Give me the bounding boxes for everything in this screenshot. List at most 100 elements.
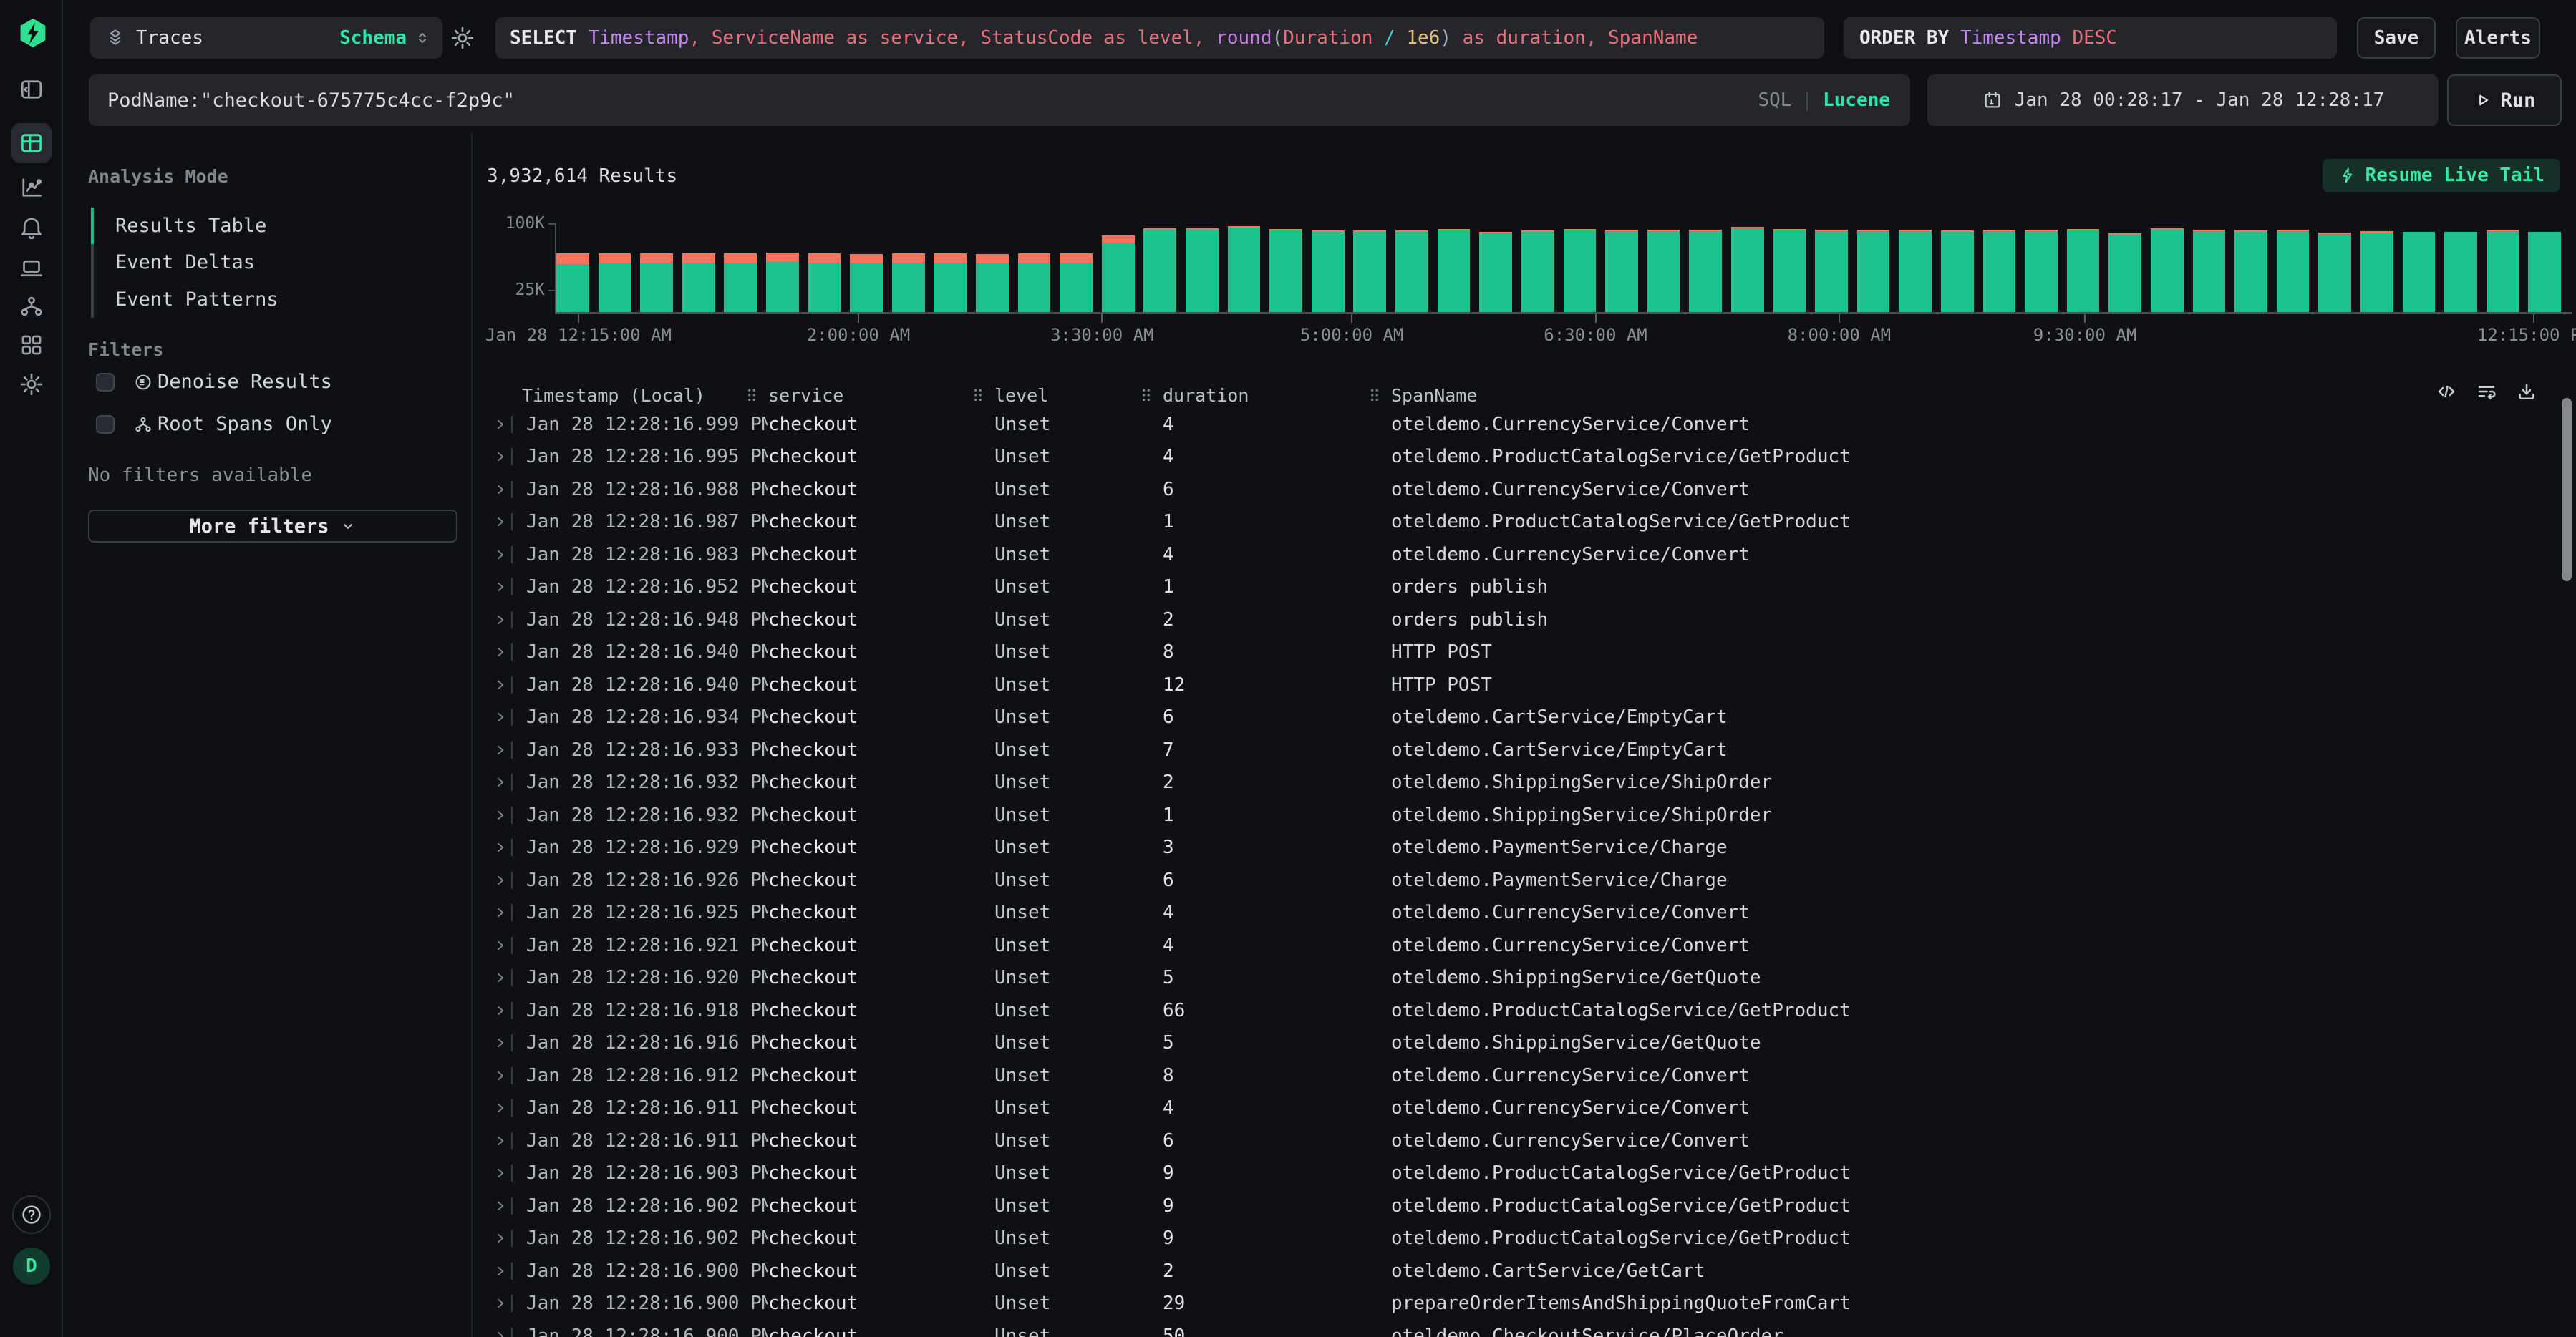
alerts-button[interactable]: Alerts [2456,17,2540,59]
table-row[interactable]: Jan 28 12:28:16.918 PMcheckoutUnset66ote… [473,994,2576,1027]
column-header-duration[interactable]: duration [1163,385,1391,406]
more-filters-button[interactable]: More filters [88,510,457,543]
expand-row-chevron-icon[interactable] [493,1100,508,1116]
histogram-bar[interactable] [724,253,757,312]
histogram-bar[interactable] [640,253,673,312]
table-row[interactable]: Jan 28 12:28:16.987 PMcheckoutUnset1otel… [473,506,2576,539]
expand-row-chevron-icon[interactable] [493,807,508,823]
histogram-bar[interactable] [1564,229,1597,312]
table-row[interactable]: Jan 28 12:28:16.932 PMcheckoutUnset1otel… [473,799,2576,832]
drag-grip-icon[interactable] [1369,387,1380,403]
expand-row-chevron-icon[interactable] [493,1068,508,1084]
table-row[interactable]: Jan 28 12:28:16.995 PMcheckoutUnset4otel… [473,441,2576,474]
column-header-level[interactable]: level [994,385,1163,406]
histogram-bar[interactable] [1018,253,1051,312]
histogram-bar[interactable] [1689,230,1722,312]
drag-grip-icon[interactable] [972,387,984,403]
column-header-spanname[interactable]: SpanName [1391,385,2576,406]
expand-row-chevron-icon[interactable] [493,579,508,595]
wrap-lines-icon[interactable] [2476,381,2497,402]
search-input[interactable]: PodName:"checkout-675775c4cc-f2p9c" SQL … [89,74,1910,126]
denoise-results-checkbox[interactable] [96,373,115,392]
nav-search-results[interactable] [11,123,52,163]
histogram-bar[interactable] [1647,230,1680,312]
expand-row-chevron-icon[interactable] [493,840,508,855]
histogram-bar[interactable] [2318,233,2351,312]
table-row[interactable]: Jan 28 12:28:16.921 PMcheckoutUnset4otel… [473,929,2576,962]
date-range-picker[interactable]: Jan 28 00:28:17 - Jan 28 12:28:17 [1927,74,2439,126]
expand-row-chevron-icon[interactable] [493,709,508,725]
histogram-bar[interactable] [1605,230,1638,312]
mode-event-patterns[interactable]: Event Patterns [115,288,279,311]
expand-row-chevron-icon[interactable] [493,938,508,953]
save-button[interactable]: Save [2357,17,2436,59]
table-row[interactable]: Jan 28 12:28:16.902 PMcheckoutUnset9otel… [473,1222,2576,1255]
histogram-bar[interactable] [1395,230,1428,312]
expand-row-chevron-icon[interactable] [493,1165,508,1181]
nav-chart-explorer-icon[interactable] [19,175,44,200]
histogram-bar[interactable] [1731,227,1764,312]
histogram-bar[interactable] [2067,229,2100,312]
order-by-editor[interactable]: ORDER BY Timestamp DESC [1844,17,2337,59]
histogram-bar[interactable] [892,253,925,312]
expand-row-chevron-icon[interactable] [493,677,508,693]
table-row[interactable]: Jan 28 12:28:16.900 PMcheckoutUnset50ote… [473,1320,2576,1337]
expand-row-chevron-icon[interactable] [493,970,508,986]
table-row[interactable]: Jan 28 12:28:16.911 PMcheckoutUnset6otel… [473,1124,2576,1157]
expand-row-chevron-icon[interactable] [493,1198,508,1214]
histogram-bar[interactable] [1438,229,1471,312]
histogram-bar[interactable] [808,253,841,312]
table-row[interactable]: Jan 28 12:28:16.988 PMcheckoutUnset6otel… [473,473,2576,506]
help-button[interactable] [12,1195,51,1234]
app-logo-icon[interactable] [17,16,49,50]
expand-row-chevron-icon[interactable] [493,644,508,660]
histogram-bar[interactable] [2234,230,2267,312]
sql-select-editor[interactable]: SELECT Timestamp, ServiceName as service… [495,17,1824,59]
histogram-bar[interactable] [1143,228,1176,312]
expand-row-chevron-icon[interactable] [493,774,508,790]
expand-row-chevron-icon[interactable] [493,1328,508,1337]
histogram-bar[interactable] [2444,232,2477,312]
table-row[interactable]: Jan 28 12:28:16.925 PMcheckoutUnset4otel… [473,897,2576,930]
user-avatar[interactable]: D [13,1248,50,1285]
histogram-bar[interactable] [1899,230,1932,312]
table-row[interactable]: Jan 28 12:28:16.948 PMcheckoutUnset2orde… [473,603,2576,636]
histogram-bar[interactable] [1941,230,1974,312]
expand-row-chevron-icon[interactable] [493,482,508,497]
histogram-bar[interactable] [556,253,589,312]
histogram-bar[interactable] [976,254,1009,312]
download-csv-icon[interactable] [2516,381,2537,402]
histogram-bar[interactable] [2487,230,2519,312]
mode-event-deltas[interactable]: Event Deltas [115,251,255,273]
histogram-bar[interactable] [2193,230,2226,312]
expand-row-chevron-icon[interactable] [493,547,508,563]
column-header-timestamp[interactable]: Timestamp (Local) [522,385,768,406]
nav-client-sessions-icon[interactable] [19,256,44,281]
table-row[interactable]: Jan 28 12:28:16.933 PMcheckoutUnset7otel… [473,734,2576,767]
run-query-button[interactable]: Run [2447,74,2562,126]
table-row[interactable]: Jan 28 12:28:16.912 PMcheckoutUnset8otel… [473,1059,2576,1092]
histogram-bar[interactable] [2025,230,2058,312]
source-selector[interactable]: Traces Schema [90,17,442,59]
histogram-bar[interactable] [1479,232,1512,312]
table-row[interactable]: Jan 28 12:28:16.926 PMcheckoutUnset6otel… [473,864,2576,897]
histogram-bar[interactable] [1521,230,1554,312]
expand-row-chevron-icon[interactable] [493,1133,508,1149]
histogram-bar[interactable] [1269,229,1302,312]
mode-results-table[interactable]: Results Table [115,215,266,237]
expand-row-chevron-icon[interactable] [493,514,508,530]
expand-row-chevron-icon[interactable] [493,1263,508,1279]
expand-row-chevron-icon[interactable] [493,742,508,758]
expand-row-chevron-icon[interactable] [493,872,508,888]
histogram-bar[interactable] [2403,232,2436,312]
histogram-bar[interactable] [2108,233,2141,312]
nav-alerts-bell-icon[interactable] [19,215,44,240]
collapse-sidebar-icon[interactable] [19,77,44,102]
table-row[interactable]: Jan 28 12:28:16.940 PMcheckoutUnset8HTTP… [473,636,2576,669]
language-sql-option[interactable]: SQL [1758,89,1791,111]
column-header-service[interactable]: service [768,385,994,406]
expand-row-chevron-icon[interactable] [493,1295,508,1311]
table-row[interactable]: Jan 28 12:28:16.903 PMcheckoutUnset9otel… [473,1157,2576,1190]
table-row[interactable]: Jan 28 12:28:16.999 PMcheckoutUnset4otel… [473,408,2576,441]
table-row[interactable]: Jan 28 12:28:16.932 PMcheckoutUnset2otel… [473,767,2576,799]
